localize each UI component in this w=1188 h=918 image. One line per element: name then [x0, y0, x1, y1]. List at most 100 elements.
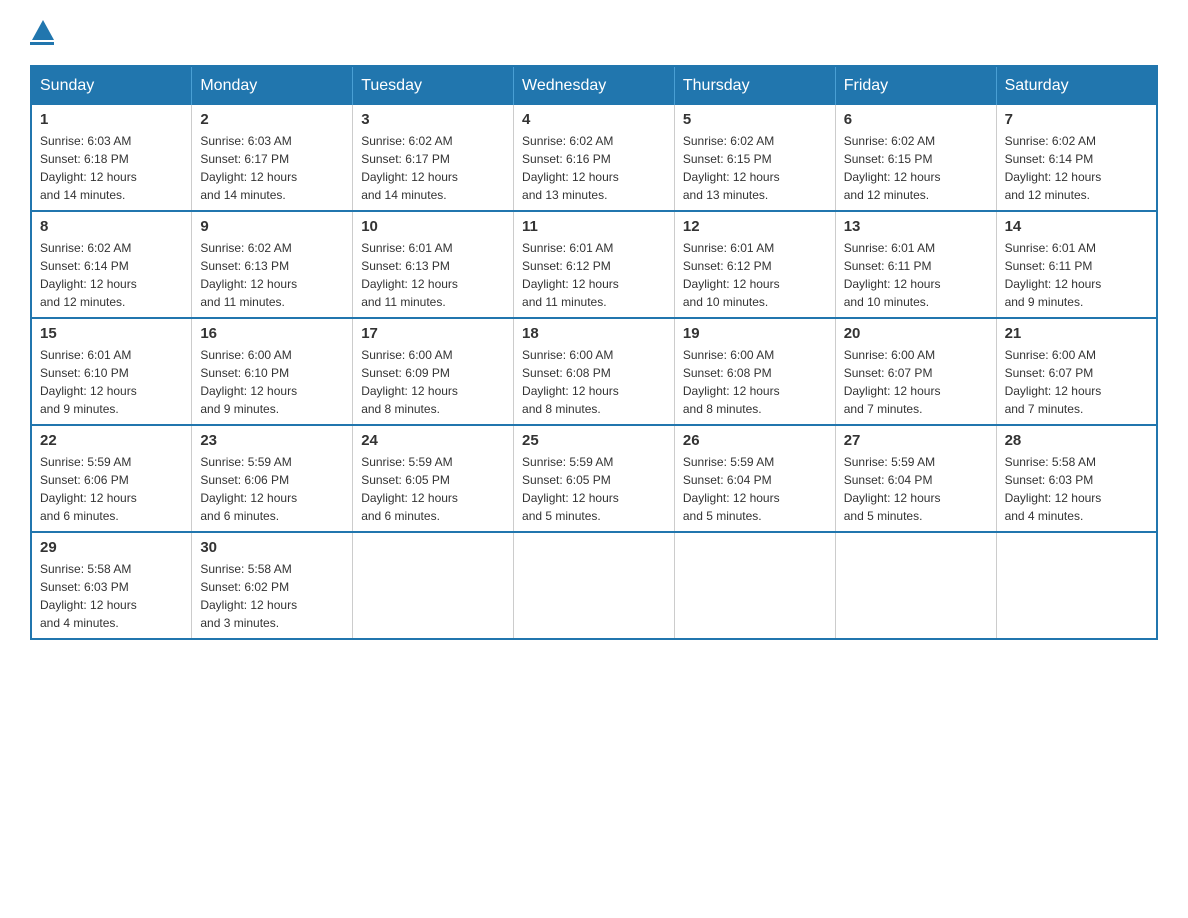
- calendar-cell: 5 Sunrise: 6:02 AMSunset: 6:15 PMDaylight…: [674, 105, 835, 211]
- calendar-cell: [674, 532, 835, 639]
- day-number: 20: [844, 325, 988, 342]
- day-number: 3: [361, 111, 505, 128]
- day-info: Sunrise: 6:02 AMSunset: 6:14 PMDaylight:…: [1005, 132, 1148, 204]
- calendar-cell: 16Sunrise: 6:00 AMSunset: 6:10 PMDayligh…: [192, 318, 353, 425]
- day-info: Sunrise: 5:58 AMSunset: 6:03 PMDaylight:…: [40, 560, 183, 632]
- calendar-table: SundayMondayTuesdayWednesdayThursdayFrid…: [30, 65, 1158, 640]
- calendar-header-row: SundayMondayTuesdayWednesdayThursdayFrid…: [31, 66, 1157, 105]
- calendar-cell: 8 Sunrise: 6:02 AMSunset: 6:14 PMDaylight…: [31, 211, 192, 318]
- day-info: Sunrise: 5:59 AMSunset: 6:06 PMDaylight:…: [40, 453, 183, 525]
- day-info: Sunrise: 6:02 AMSunset: 6:15 PMDaylight:…: [844, 132, 988, 204]
- day-number: 30: [200, 539, 344, 556]
- day-info: Sunrise: 6:01 AMSunset: 6:10 PMDaylight:…: [40, 346, 183, 418]
- day-number: 10: [361, 218, 505, 235]
- weekday-header-wednesday: Wednesday: [514, 66, 675, 105]
- day-info: Sunrise: 5:59 AMSunset: 6:04 PMDaylight:…: [844, 453, 988, 525]
- calendar-cell: 28Sunrise: 5:58 AMSunset: 6:03 PMDayligh…: [996, 425, 1157, 532]
- calendar-cell: 2 Sunrise: 6:03 AMSunset: 6:17 PMDaylight…: [192, 105, 353, 211]
- calendar-cell: 26Sunrise: 5:59 AMSunset: 6:04 PMDayligh…: [674, 425, 835, 532]
- day-number: 19: [683, 325, 827, 342]
- calendar-cell: 21 Sunrise: 6:00 AMSunset: 6:07 PMDayligh…: [996, 318, 1157, 425]
- day-info: Sunrise: 6:01 AMSunset: 6:12 PMDaylight:…: [683, 239, 827, 311]
- calendar-week-3: 15 Sunrise: 6:01 AMSunset: 6:10 PMDayligh…: [31, 318, 1157, 425]
- day-number: 22: [40, 432, 183, 449]
- calendar-cell: 17 Sunrise: 6:00 AMSunset: 6:09 PMDayligh…: [353, 318, 514, 425]
- day-info: Sunrise: 6:01 AMSunset: 6:13 PMDaylight:…: [361, 239, 505, 311]
- calendar-cell: 15 Sunrise: 6:01 AMSunset: 6:10 PMDayligh…: [31, 318, 192, 425]
- day-number: 7: [1005, 111, 1148, 128]
- day-number: 2: [200, 111, 344, 128]
- day-info: Sunrise: 6:03 AMSunset: 6:17 PMDaylight:…: [200, 132, 344, 204]
- calendar-cell: 13 Sunrise: 6:01 AMSunset: 6:11 PMDayligh…: [835, 211, 996, 318]
- calendar-cell: 10 Sunrise: 6:01 AMSunset: 6:13 PMDayligh…: [353, 211, 514, 318]
- day-number: 21: [1005, 325, 1148, 342]
- calendar-cell: [514, 532, 675, 639]
- day-info: Sunrise: 6:00 AMSunset: 6:08 PMDaylight:…: [683, 346, 827, 418]
- day-number: 23: [200, 432, 344, 449]
- logo: [30, 20, 54, 45]
- day-number: 12: [683, 218, 827, 235]
- weekday-header-sunday: Sunday: [31, 66, 192, 105]
- day-number: 1: [40, 111, 183, 128]
- calendar-cell: 25 Sunrise: 5:59 AMSunset: 6:05 PMDayligh…: [514, 425, 675, 532]
- day-info: Sunrise: 6:02 AMSunset: 6:14 PMDaylight:…: [40, 239, 183, 311]
- calendar-cell: 11Sunrise: 6:01 AMSunset: 6:12 PMDayligh…: [514, 211, 675, 318]
- day-info: Sunrise: 6:00 AMSunset: 6:08 PMDaylight:…: [522, 346, 666, 418]
- calendar-cell: [835, 532, 996, 639]
- calendar-cell: 1 Sunrise: 6:03 AMSunset: 6:18 PMDaylight…: [31, 105, 192, 211]
- calendar-cell: 29 Sunrise: 5:58 AMSunset: 6:03 PMDayligh…: [31, 532, 192, 639]
- day-number: 16: [200, 325, 344, 342]
- logo-underline: [30, 42, 54, 45]
- calendar-cell: 27 Sunrise: 5:59 AMSunset: 6:04 PMDayligh…: [835, 425, 996, 532]
- day-info: Sunrise: 6:02 AMSunset: 6:13 PMDaylight:…: [200, 239, 344, 311]
- calendar-cell: 23 Sunrise: 5:59 AMSunset: 6:06 PMDayligh…: [192, 425, 353, 532]
- calendar-week-1: 1 Sunrise: 6:03 AMSunset: 6:18 PMDaylight…: [31, 105, 1157, 211]
- day-info: Sunrise: 6:02 AMSunset: 6:16 PMDaylight:…: [522, 132, 666, 204]
- day-info: Sunrise: 6:03 AMSunset: 6:18 PMDaylight:…: [40, 132, 183, 204]
- calendar-cell: 18Sunrise: 6:00 AMSunset: 6:08 PMDayligh…: [514, 318, 675, 425]
- day-number: 25: [522, 432, 666, 449]
- day-info: Sunrise: 6:00 AMSunset: 6:07 PMDaylight:…: [1005, 346, 1148, 418]
- day-number: 13: [844, 218, 988, 235]
- weekday-header-saturday: Saturday: [996, 66, 1157, 105]
- day-number: 8: [40, 218, 183, 235]
- day-info: Sunrise: 6:00 AMSunset: 6:09 PMDaylight:…: [361, 346, 505, 418]
- calendar-week-4: 22 Sunrise: 5:59 AMSunset: 6:06 PMDayligh…: [31, 425, 1157, 532]
- day-info: Sunrise: 5:59 AMSunset: 6:05 PMDaylight:…: [522, 453, 666, 525]
- day-number: 6: [844, 111, 988, 128]
- calendar-cell: 6 Sunrise: 6:02 AMSunset: 6:15 PMDaylight…: [835, 105, 996, 211]
- day-number: 9: [200, 218, 344, 235]
- day-info: Sunrise: 6:02 AMSunset: 6:15 PMDaylight:…: [683, 132, 827, 204]
- calendar-cell: [353, 532, 514, 639]
- logo-triangle-icon: [32, 20, 54, 40]
- day-info: Sunrise: 6:01 AMSunset: 6:12 PMDaylight:…: [522, 239, 666, 311]
- day-number: 29: [40, 539, 183, 556]
- day-number: 24: [361, 432, 505, 449]
- day-number: 15: [40, 325, 183, 342]
- day-info: Sunrise: 6:00 AMSunset: 6:07 PMDaylight:…: [844, 346, 988, 418]
- day-info: Sunrise: 5:58 AMSunset: 6:02 PMDaylight:…: [200, 560, 344, 632]
- day-number: 17: [361, 325, 505, 342]
- day-info: Sunrise: 5:59 AMSunset: 6:05 PMDaylight:…: [361, 453, 505, 525]
- calendar-cell: 4Sunrise: 6:02 AMSunset: 6:16 PMDaylight…: [514, 105, 675, 211]
- calendar-cell: 3 Sunrise: 6:02 AMSunset: 6:17 PMDaylight…: [353, 105, 514, 211]
- day-number: 5: [683, 111, 827, 128]
- calendar-week-2: 8 Sunrise: 6:02 AMSunset: 6:14 PMDaylight…: [31, 211, 1157, 318]
- day-number: 26: [683, 432, 827, 449]
- calendar-cell: 22 Sunrise: 5:59 AMSunset: 6:06 PMDayligh…: [31, 425, 192, 532]
- weekday-header-tuesday: Tuesday: [353, 66, 514, 105]
- calendar-cell: 20 Sunrise: 6:00 AMSunset: 6:07 PMDayligh…: [835, 318, 996, 425]
- calendar-cell: 30 Sunrise: 5:58 AMSunset: 6:02 PMDayligh…: [192, 532, 353, 639]
- day-info: Sunrise: 6:01 AMSunset: 6:11 PMDaylight:…: [844, 239, 988, 311]
- page-header: [30, 20, 1158, 45]
- calendar-week-5: 29 Sunrise: 5:58 AMSunset: 6:03 PMDayligh…: [31, 532, 1157, 639]
- day-info: Sunrise: 5:59 AMSunset: 6:06 PMDaylight:…: [200, 453, 344, 525]
- calendar-cell: 14Sunrise: 6:01 AMSunset: 6:11 PMDayligh…: [996, 211, 1157, 318]
- calendar-cell: 19 Sunrise: 6:00 AMSunset: 6:08 PMDayligh…: [674, 318, 835, 425]
- calendar-cell: 9 Sunrise: 6:02 AMSunset: 6:13 PMDaylight…: [192, 211, 353, 318]
- calendar-cell: 24 Sunrise: 5:59 AMSunset: 6:05 PMDayligh…: [353, 425, 514, 532]
- calendar-cell: [996, 532, 1157, 639]
- day-info: Sunrise: 6:02 AMSunset: 6:17 PMDaylight:…: [361, 132, 505, 204]
- day-number: 27: [844, 432, 988, 449]
- day-number: 14: [1005, 218, 1148, 235]
